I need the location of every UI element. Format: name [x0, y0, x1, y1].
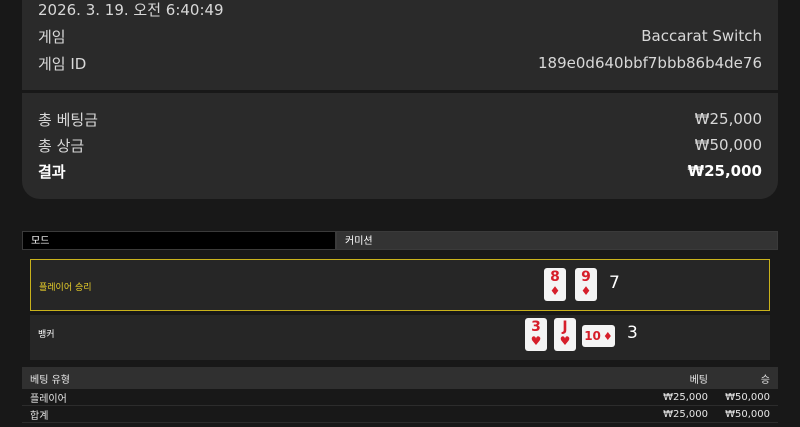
- bets-table-header: 베팅 유형 베팅 승: [22, 367, 778, 389]
- card-rank: J: [562, 319, 568, 335]
- row-bet-type: 플레이어: [30, 393, 67, 405]
- header-bet: 베팅: [689, 374, 708, 386]
- player-card-1: 8 ♦: [544, 268, 566, 301]
- total-win-row: 총 상금 ₩50,000: [38, 134, 762, 156]
- row-win: ₩50,000: [725, 408, 770, 420]
- total-bet-label: 총 베팅금: [38, 110, 98, 129]
- mode-tabs: 모드 커미션: [22, 231, 778, 250]
- card-face: 10 ♦: [582, 325, 615, 347]
- banker-card-3: 10 ♦: [582, 325, 615, 347]
- card-rank: 3: [531, 319, 541, 335]
- row-bet: ₩25,000: [663, 408, 708, 420]
- game-id-row: 게임 ID 189e0d640bbf7bbb86b4de76: [38, 52, 762, 74]
- banker-score: 3: [627, 323, 638, 343]
- heart-suit-icon: ♥: [530, 334, 542, 348]
- tab-commission[interactable]: 커미션: [336, 231, 778, 250]
- banker-hand: 뱅커 3 ♥ J ♥ 10 ♦ 3: [30, 315, 770, 360]
- card-rank: 10: [584, 329, 601, 343]
- result-value: ₩25,000: [687, 162, 762, 180]
- banker-card-2: J ♥: [554, 318, 576, 351]
- game-id-value[interactable]: 189e0d640bbf7bbb86b4de76: [538, 54, 762, 72]
- header-win: 승: [760, 374, 770, 386]
- heart-suit-icon: ♥: [559, 334, 571, 348]
- row-bet: ₩25,000: [663, 391, 708, 403]
- game-value: Baccarat Switch: [641, 27, 762, 45]
- tab-mode[interactable]: 모드: [22, 231, 336, 250]
- totals-panel: 총 베팅금 ₩25,000 총 상금 ₩50,000 결과 ₩25,000: [22, 93, 778, 199]
- diamond-suit-icon: ♦: [549, 284, 561, 298]
- timestamp: 2026. 3. 19. 오전 6:40:49: [38, 0, 224, 19]
- total-win-value: ₩50,000: [694, 136, 762, 154]
- diamond-suit-icon: ♦: [580, 284, 592, 298]
- player-card-2: 9 ♦: [575, 268, 597, 301]
- total-win-label: 총 상금: [38, 136, 85, 155]
- table-row: 플레이어 ₩25,000 ₩50,000: [22, 389, 778, 406]
- total-bet-row: 총 베팅금 ₩25,000: [38, 108, 762, 130]
- player-hand-name: 플레이어 승리: [39, 283, 92, 293]
- player-hand: 플레이어 승리 8 ♦ 9 ♦ 7: [30, 259, 770, 311]
- card-rank: 8: [550, 269, 560, 285]
- game-info-panel: 2026. 3. 19. 오전 6:40:49 게임 Baccarat Swit…: [22, 0, 778, 90]
- game-row: 게임 Baccarat Switch: [38, 25, 762, 47]
- timestamp-row: 2026. 3. 19. 오전 6:40:49: [38, 0, 762, 20]
- bets-table: 베팅 유형 베팅 승 플레이어 ₩25,000 ₩50,000 합계 ₩25,0…: [22, 367, 778, 423]
- table-row-total: 합계 ₩25,000 ₩50,000: [22, 406, 778, 423]
- row-bet-type: 합계: [30, 410, 49, 422]
- game-label: 게임: [38, 27, 66, 46]
- player-score: 7: [609, 273, 620, 293]
- card-rank: 9: [581, 269, 591, 285]
- result-row: 결과 ₩25,000: [38, 160, 762, 182]
- game-id-label: 게임 ID: [38, 54, 87, 73]
- banker-card-1: 3 ♥: [525, 318, 547, 351]
- result-label: 결과: [38, 162, 66, 181]
- total-bet-value: ₩25,000: [694, 110, 762, 128]
- row-win: ₩50,000: [725, 391, 770, 403]
- banker-hand-name: 뱅커: [38, 330, 55, 340]
- header-bet-type: 베팅 유형: [30, 374, 70, 386]
- diamond-suit-icon: ♦: [602, 329, 613, 343]
